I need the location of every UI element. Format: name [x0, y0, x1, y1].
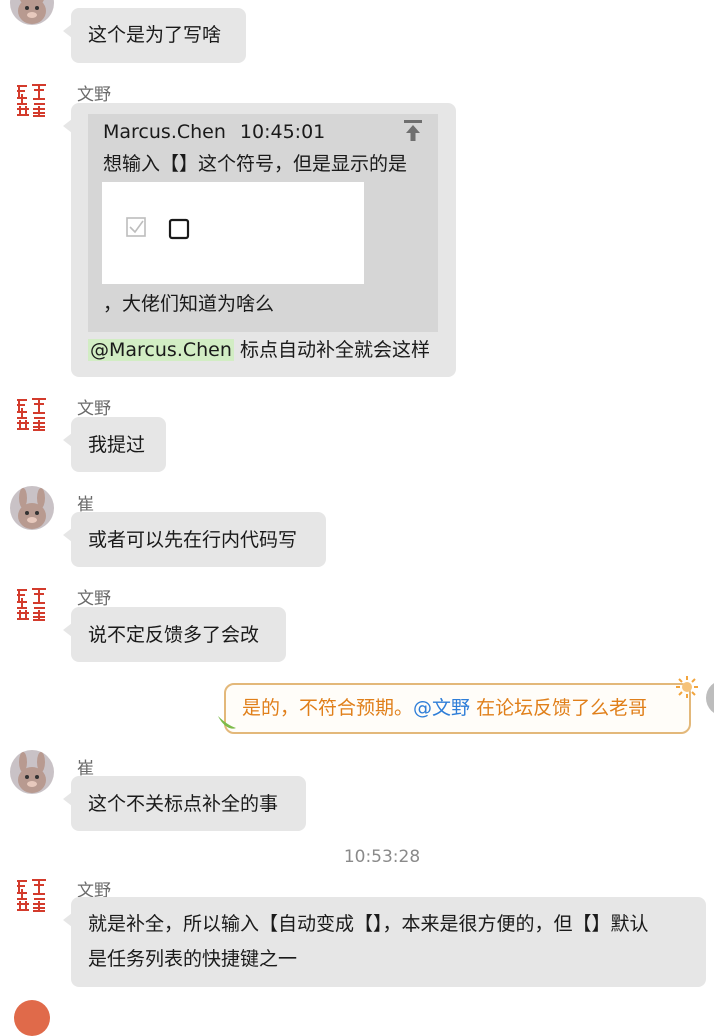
- message-text: 这个不关标点补全的事: [88, 793, 279, 815]
- message-bubble[interactable]: 我提过: [63, 417, 166, 472]
- message-text: 或者可以先在行内代码写: [88, 529, 298, 551]
- sender-name: 文野: [77, 589, 111, 609]
- avatar-wenye[interactable]: [14, 877, 50, 913]
- avatar-cui[interactable]: [10, 486, 54, 530]
- bunny-avatar-icon: [10, 750, 54, 794]
- avatar-cui[interactable]: [10, 750, 54, 794]
- mention-link[interactable]: @文野: [413, 697, 470, 719]
- avatar-wenye[interactable]: [14, 396, 50, 432]
- quote-image[interactable]: [102, 182, 364, 284]
- checkbox-empty-icon: [168, 218, 190, 240]
- quote-author: Marcus.Chen: [103, 121, 226, 143]
- bunny-avatar-icon: [10, 0, 54, 25]
- message-text: 是的，不符合预期。: [242, 697, 414, 719]
- reply-line: @Marcus.Chen 标点自动补全就会这样: [88, 335, 430, 365]
- reply-text: 标点自动补全就会这样: [233, 339, 430, 361]
- red-seal-avatar-icon: [15, 587, 49, 621]
- mention-tag[interactable]: @Marcus.Chen: [88, 339, 234, 361]
- bunny-avatar-icon: [10, 486, 54, 530]
- sun-sticker-icon: [675, 675, 699, 699]
- message-bubble[interactable]: 这个是为了写啥: [63, 8, 246, 63]
- message-text-continued: 是任务列表的快捷键之一: [88, 948, 298, 970]
- message-bubble[interactable]: 说不定反馈多了会改: [63, 607, 286, 662]
- sender-name: 文野: [77, 85, 111, 105]
- timestamp: 10:53:28: [343, 847, 421, 867]
- red-seal-avatar-icon: [15, 878, 49, 912]
- red-seal-avatar-icon: [15, 83, 49, 117]
- pin-top-icon[interactable]: [402, 118, 424, 142]
- quote-text: 想输入【】这个符号，但是显示的是: [103, 153, 408, 175]
- message-text: 这个是为了写啥: [88, 24, 222, 46]
- avatar-cui[interactable]: [10, 0, 54, 25]
- quoted-message[interactable]: Marcus.Chen 10:45:01 想输入【】这个符号，但是显示的是 ，大佬…: [88, 114, 438, 332]
- message-text: 我提过: [88, 434, 146, 456]
- avatar-wenye[interactable]: [14, 586, 50, 622]
- message-bubble[interactable]: 或者可以先在行内代码写: [63, 512, 326, 567]
- self-message-bubble[interactable]: 是的，不符合预期。@文野 在论坛反馈了么老哥: [224, 683, 691, 734]
- message-text-continued: 在论坛反馈了么老哥: [470, 697, 648, 719]
- message-bubble[interactable]: 就是补全，所以输入【自动变成【】，本来是很方便的，但【】默认 是任务列表的快捷键…: [63, 897, 706, 987]
- quote-time: 10:45:01: [239, 121, 326, 143]
- quote-header: Marcus.Chen 10:45:01: [103, 119, 325, 145]
- avatar-next[interactable]: [14, 1000, 50, 1036]
- message-bubble[interactable]: 这个不关标点补全的事: [63, 776, 306, 831]
- quote-text-continued: ，大佬们知道为啥么: [103, 293, 275, 315]
- message-text: 就是补全，所以输入【自动变成【】，本来是很方便的，但【】默认: [88, 913, 649, 935]
- leaf-icon: [216, 714, 238, 732]
- red-seal-avatar-icon: [15, 397, 49, 431]
- message-text: 说不定反馈多了会改: [88, 624, 260, 646]
- self-avatar[interactable]: [706, 680, 714, 716]
- sender-name: 文野: [77, 399, 111, 419]
- avatar-wenye[interactable]: [14, 82, 50, 118]
- checkbox-checked-icon: [126, 217, 146, 237]
